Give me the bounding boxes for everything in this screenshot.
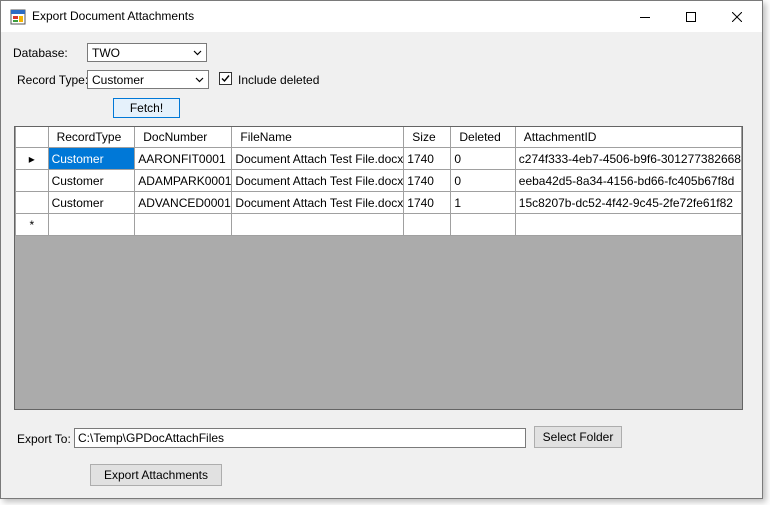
include-deleted-checkbox[interactable] — [219, 72, 232, 85]
cell-deleted[interactable]: 1 — [450, 191, 516, 214]
row-header[interactable]: ▸ — [15, 147, 49, 170]
new-row[interactable]: * — [15, 213, 742, 236]
cell-deleted[interactable]: 0 — [450, 169, 516, 192]
attachments-grid[interactable]: RecordType DocNumber FileName Size Delet… — [14, 126, 743, 410]
export-to-label: Export To: — [17, 432, 71, 446]
minimize-icon — [640, 16, 650, 18]
chevron-down-icon — [195, 77, 204, 83]
cell-file-name[interactable]: Document Attach Test File.docx — [231, 191, 405, 214]
column-header-size[interactable]: Size — [403, 127, 452, 148]
table-row[interactable]: Customer ADVANCED0001 Document Attach Te… — [15, 191, 742, 214]
export-path-value: C:\Temp\GPDocAttachFiles — [78, 431, 225, 445]
title-bar: Export Document Attachments — [1, 1, 762, 32]
cell-doc-number[interactable]: ADVANCED0001 — [134, 191, 233, 214]
cell-attachment-id[interactable]: eeba42d5-8a34-4156-bd66-fc405b67f8d — [514, 169, 742, 192]
cell-doc-number[interactable]: AARONFIT0001 — [134, 147, 233, 170]
chevron-down-icon — [193, 50, 202, 56]
table-row[interactable]: Customer ADAMPARK0001 Document Attach Te… — [15, 169, 742, 192]
cell-file-name[interactable]: Document Attach Test File.docx — [231, 169, 405, 192]
cell-file-name[interactable] — [231, 213, 405, 236]
export-window: Export Document Attachments Database: TW… — [0, 0, 763, 499]
attachments-table: RecordType DocNumber FileName Size Delet… — [15, 127, 742, 236]
cell-record-type[interactable]: Customer — [47, 191, 136, 214]
cell-deleted[interactable]: 0 — [450, 147, 516, 170]
new-row-icon: * — [29, 217, 35, 232]
column-header-docnumber[interactable]: DocNumber — [134, 127, 233, 148]
cell-size[interactable]: 1740 — [403, 169, 452, 192]
column-header-attachmentid[interactable]: AttachmentID — [514, 127, 742, 148]
cell-doc-number[interactable]: ADAMPARK0001 — [134, 169, 233, 192]
app-icon — [10, 9, 26, 25]
cell-record-type[interactable]: Customer — [47, 169, 136, 192]
close-button[interactable] — [714, 1, 760, 32]
table-row[interactable]: ▸ Customer AARONFIT0001 Document Attach … — [15, 147, 742, 170]
grid-corner-cell — [15, 127, 49, 148]
include-deleted-label[interactable]: Include deleted — [238, 73, 319, 87]
database-value: TWO — [92, 46, 120, 60]
cell-attachment-id[interactable] — [514, 213, 742, 236]
export-attachments-button[interactable]: Export Attachments — [90, 464, 222, 486]
cell-size[interactable] — [403, 213, 452, 236]
cell-size[interactable]: 1740 — [403, 147, 452, 170]
record-type-value: Customer — [92, 73, 145, 87]
maximize-icon — [686, 11, 696, 22]
database-label: Database: — [13, 46, 68, 60]
row-header[interactable]: * — [15, 213, 49, 236]
cell-record-type[interactable]: Customer — [47, 147, 136, 170]
row-header[interactable] — [15, 169, 49, 192]
record-type-combo[interactable]: Customer — [87, 70, 209, 89]
minimize-button[interactable] — [622, 1, 668, 32]
current-row-icon: ▸ — [28, 151, 35, 166]
cell-doc-number[interactable] — [134, 213, 233, 236]
cell-record-type[interactable] — [47, 213, 136, 236]
close-icon — [732, 11, 742, 22]
select-folder-button[interactable]: Select Folder — [534, 426, 622, 448]
record-type-label: Record Type: — [17, 73, 89, 87]
grid-header-row: RecordType DocNumber FileName Size Delet… — [15, 127, 742, 148]
cell-size[interactable]: 1740 — [403, 191, 452, 214]
column-header-deleted[interactable]: Deleted — [450, 127, 516, 148]
cell-deleted[interactable] — [450, 213, 516, 236]
cell-file-name[interactable]: Document Attach Test File.docx — [231, 147, 405, 170]
cell-attachment-id[interactable]: c274f333-4eb7-4506-b9f6-301277382668 — [514, 147, 742, 170]
maximize-button[interactable] — [668, 1, 714, 32]
window-title: Export Document Attachments — [32, 9, 195, 23]
column-header-filename[interactable]: FileName — [231, 127, 405, 148]
fetch-button[interactable]: Fetch! — [113, 98, 180, 118]
row-header[interactable] — [15, 191, 49, 214]
export-path-input[interactable]: C:\Temp\GPDocAttachFiles — [74, 428, 526, 448]
column-header-recordtype[interactable]: RecordType — [47, 127, 136, 148]
cell-attachment-id[interactable]: 15c8207b-dc52-4f42-9c45-2fe72fe61f82 — [514, 191, 742, 214]
database-combo[interactable]: TWO — [87, 43, 207, 62]
checkmark-icon — [221, 75, 230, 83]
